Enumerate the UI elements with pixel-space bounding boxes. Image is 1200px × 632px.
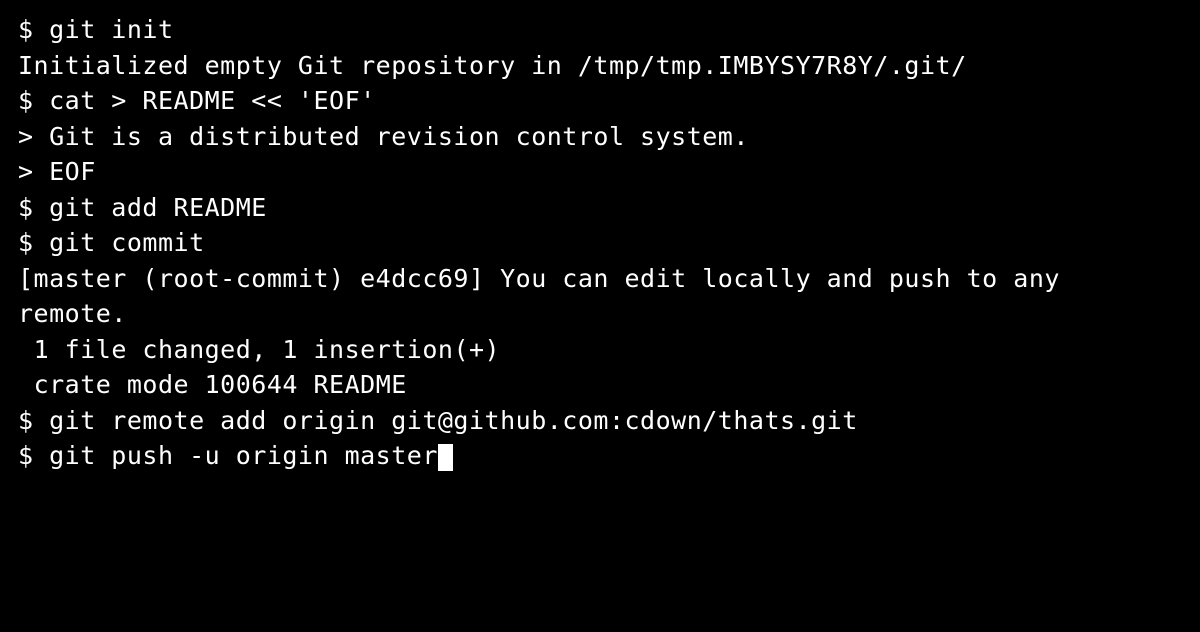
terminal-line: $ git remote add origin git@github.com:c… (18, 403, 1182, 439)
output-text: Initialized empty Git repository in /tmp… (18, 51, 967, 80)
terminal-line: $ git push -u origin master (18, 438, 1182, 474)
output-text: [master (root-commit) e4dcc69] You can e… (18, 264, 1076, 329)
terminal-line: $ cat > README << 'EOF' (18, 83, 1182, 119)
heredoc-text: > EOF (18, 157, 96, 186)
command-text: $ git add README (18, 193, 267, 222)
terminal-line: 1 file changed, 1 insertion(+) (18, 332, 1182, 368)
terminal-line: > Git is a distributed revision control … (18, 119, 1182, 155)
terminal-line: [master (root-commit) e4dcc69] You can e… (18, 261, 1182, 332)
command-text: $ git init (18, 15, 174, 44)
terminal-line: $ git commit (18, 225, 1182, 261)
cursor-icon (438, 444, 453, 472)
terminal-line: > EOF (18, 154, 1182, 190)
terminal-line: Initialized empty Git repository in /tmp… (18, 48, 1182, 84)
terminal-line: $ git add README (18, 190, 1182, 226)
command-text: $ git commit (18, 228, 205, 257)
output-text: 1 file changed, 1 insertion(+) (18, 335, 500, 364)
terminal-line: crate mode 100644 README (18, 367, 1182, 403)
output-text: crate mode 100644 README (18, 370, 407, 399)
terminal-output[interactable]: $ git init Initialized empty Git reposito… (18, 12, 1182, 474)
heredoc-text: > Git is a distributed revision control … (18, 122, 749, 151)
command-text: $ git push -u origin master (18, 441, 438, 470)
command-text: $ git remote add origin git@github.com:c… (18, 406, 858, 435)
terminal-line: $ git init (18, 12, 1182, 48)
command-text: $ cat > README << 'EOF' (18, 86, 376, 115)
